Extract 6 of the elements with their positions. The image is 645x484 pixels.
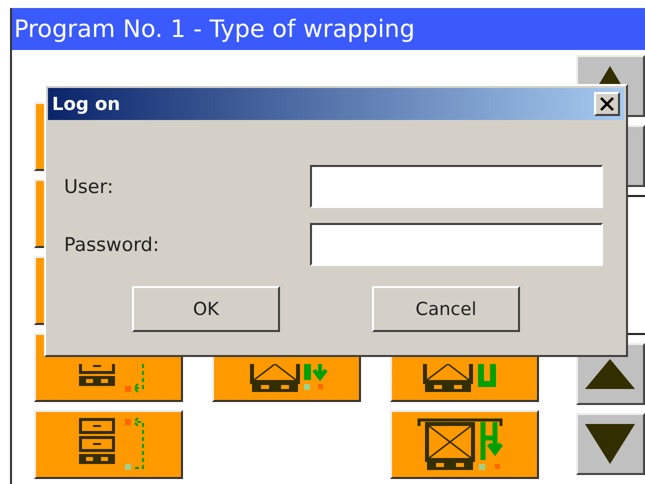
field-label: User: [64,176,114,198]
ok-button[interactable]: OK [132,286,280,332]
cancel-button[interactable]: Cancel [372,286,520,332]
window-title: Program No. 1 - Type of wrapping [12,8,645,50]
field-label: Password: [64,234,160,256]
dialog-title: Log on [52,94,120,114]
